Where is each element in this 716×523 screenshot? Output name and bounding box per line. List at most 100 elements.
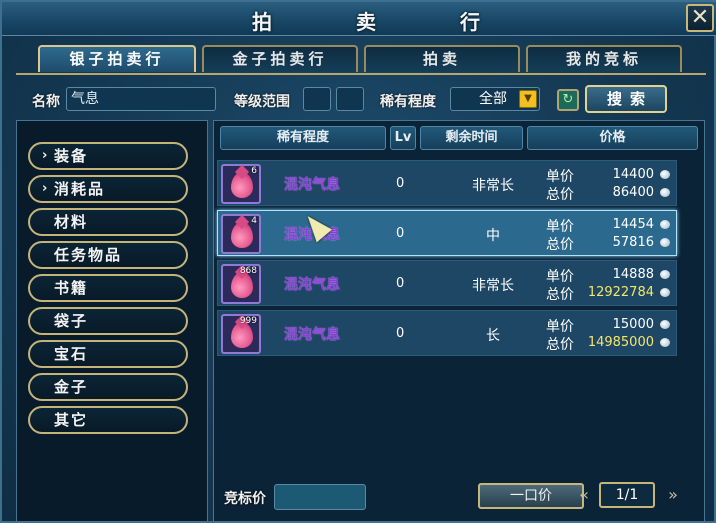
refresh-button[interactable]: ↻ [557, 89, 579, 111]
unit-price-value: 15000 [612, 317, 654, 332]
silver-coin-icon [660, 220, 670, 229]
total-price-label: 总价 [546, 337, 574, 353]
category-label: 消耗品 [54, 180, 106, 198]
title-char-1: 拍 [252, 10, 274, 34]
tab-silver-auction[interactable]: 银子拍卖行 [38, 45, 196, 72]
silver-coin-icon [660, 270, 670, 279]
time-remaining: 非常长 [472, 178, 514, 194]
buyout-button[interactable]: 一口价 [478, 483, 584, 509]
silver-coin-icon [660, 288, 670, 297]
search-button[interactable]: 搜索 [585, 85, 667, 113]
item-icon-slot[interactable]: 999 [221, 314, 261, 354]
category-gold[interactable]: 金子 [28, 373, 188, 401]
silver-coin-icon [660, 338, 670, 347]
level-range-label: 等级范围 [234, 94, 290, 110]
category-label: 装备 [54, 147, 89, 165]
next-page-button[interactable]: » [662, 485, 684, 504]
silver-coin-icon [660, 320, 670, 329]
item-quantity: 4 [251, 216, 257, 226]
unit-price-value: 14888 [612, 267, 654, 282]
time-remaining: 中 [486, 228, 500, 244]
double-chevron-right-icon: » [668, 485, 678, 504]
unit-price-value: 14454 [612, 217, 654, 232]
total-price-value: 14985000 [587, 335, 654, 350]
listing-row[interactable]: 999 混沌气息 0 长 单价 15000 总价 14985000 [217, 310, 677, 356]
chevron-down-icon[interactable]: ▼ [519, 90, 537, 108]
window-title: 拍 卖 行 [252, 6, 482, 35]
category-bags[interactable]: 袋子 [28, 307, 188, 335]
tab-sell[interactable]: 拍卖 [364, 45, 520, 72]
close-button[interactable]: ✕ [686, 4, 714, 32]
unit-price-label: 单价 [546, 269, 574, 285]
item-name: 混沌气息 [284, 327, 340, 343]
category-quest-items[interactable]: 任务物品 [28, 241, 188, 269]
chevron-right-icon: › [42, 148, 50, 163]
title-bar: 拍 卖 行 ✕ [2, 2, 716, 36]
tab-underline [16, 73, 706, 75]
refresh-icon: ↻ [562, 92, 574, 107]
double-chevron-left-icon: « [579, 485, 589, 504]
item-level: 0 [396, 226, 405, 241]
column-header-rarity[interactable]: 稀有程度 [220, 126, 386, 150]
chaos-breath-icon [231, 222, 253, 248]
item-icon-slot[interactable]: 6 [221, 164, 261, 204]
level-max-input[interactable] [336, 87, 364, 111]
listing-row[interactable]: 868 混沌气息 0 非常长 单价 14888 总价 12922784 [217, 260, 677, 306]
unit-price-label: 单价 [546, 319, 574, 335]
title-char-3: 行 [460, 10, 482, 34]
unit-price-label: 单价 [546, 169, 574, 185]
silver-coin-icon [660, 170, 670, 179]
tab-my-bids[interactable]: 我的竞标 [526, 45, 682, 72]
total-price-label: 总价 [546, 287, 574, 303]
item-name: 混沌气息 [284, 177, 340, 193]
total-price-value: 86400 [612, 185, 654, 200]
total-price-value: 57816 [612, 235, 654, 250]
rarity-dropdown[interactable]: 全部 ▼ [450, 87, 540, 111]
auction-house-window: 拍 卖 行 ✕ 银子拍卖行 金子拍卖行 拍卖 我的竞标 名称 气息 等级范围 稀… [0, 0, 716, 523]
name-search-input[interactable]: 气息 [66, 87, 216, 111]
listing-row[interactable]: 4 混沌气息 0 中 单价 14454 总价 57816 [217, 210, 677, 256]
unit-price-label: 单价 [546, 219, 574, 235]
page-indicator: 1/1 [599, 482, 655, 508]
rarity-dropdown-value: 全部 [479, 91, 507, 107]
item-quantity: 6 [251, 166, 257, 176]
item-level: 0 [396, 176, 405, 191]
rarity-label: 稀有程度 [380, 94, 436, 110]
chaos-breath-icon [231, 172, 253, 198]
time-remaining: 长 [486, 328, 500, 344]
tab-bar: 银子拍卖行 金子拍卖行 拍卖 我的竞标 [38, 45, 682, 73]
bid-price-label: 竞标价 [224, 491, 266, 507]
category-books[interactable]: 书籍 [28, 274, 188, 302]
name-label: 名称 [32, 94, 60, 110]
unit-price-value: 14400 [612, 167, 654, 182]
item-icon-slot[interactable]: 868 [221, 264, 261, 304]
item-level: 0 [396, 326, 405, 341]
item-name: 混沌气息 [284, 277, 340, 293]
column-header-time[interactable]: 剩余时间 [420, 126, 523, 150]
bid-price-input[interactable] [274, 484, 366, 510]
item-level: 0 [396, 276, 405, 291]
item-quantity: 999 [239, 316, 257, 326]
previous-page-button[interactable]: « [573, 485, 595, 504]
listing-row[interactable]: 6 混沌气息 0 非常长 单价 14400 总价 86400 [217, 160, 677, 206]
tab-gold-auction[interactable]: 金子拍卖行 [202, 45, 358, 72]
item-icon-slot[interactable]: 4 [221, 214, 261, 254]
category-gems[interactable]: 宝石 [28, 340, 188, 368]
category-other[interactable]: 其它 [28, 406, 188, 434]
total-price-label: 总价 [546, 237, 574, 253]
column-header-lv[interactable]: Lv [390, 126, 416, 150]
chevron-right-icon: › [42, 181, 50, 196]
time-remaining: 非常长 [472, 278, 514, 294]
silver-coin-icon [660, 238, 670, 247]
item-quantity: 868 [239, 266, 257, 276]
silver-coin-icon [660, 188, 670, 197]
category-materials[interactable]: 材料 [28, 208, 188, 236]
total-price-value: 12922784 [587, 285, 654, 300]
level-min-input[interactable] [303, 87, 331, 111]
column-header-price[interactable]: 价格 [527, 126, 698, 150]
category-consumables[interactable]: › 消耗品 [28, 175, 188, 203]
title-char-2: 卖 [356, 10, 378, 34]
total-price-label: 总价 [546, 187, 574, 203]
close-icon: ✕ [690, 5, 710, 30]
category-equipment[interactable]: › 装备 [28, 142, 188, 170]
